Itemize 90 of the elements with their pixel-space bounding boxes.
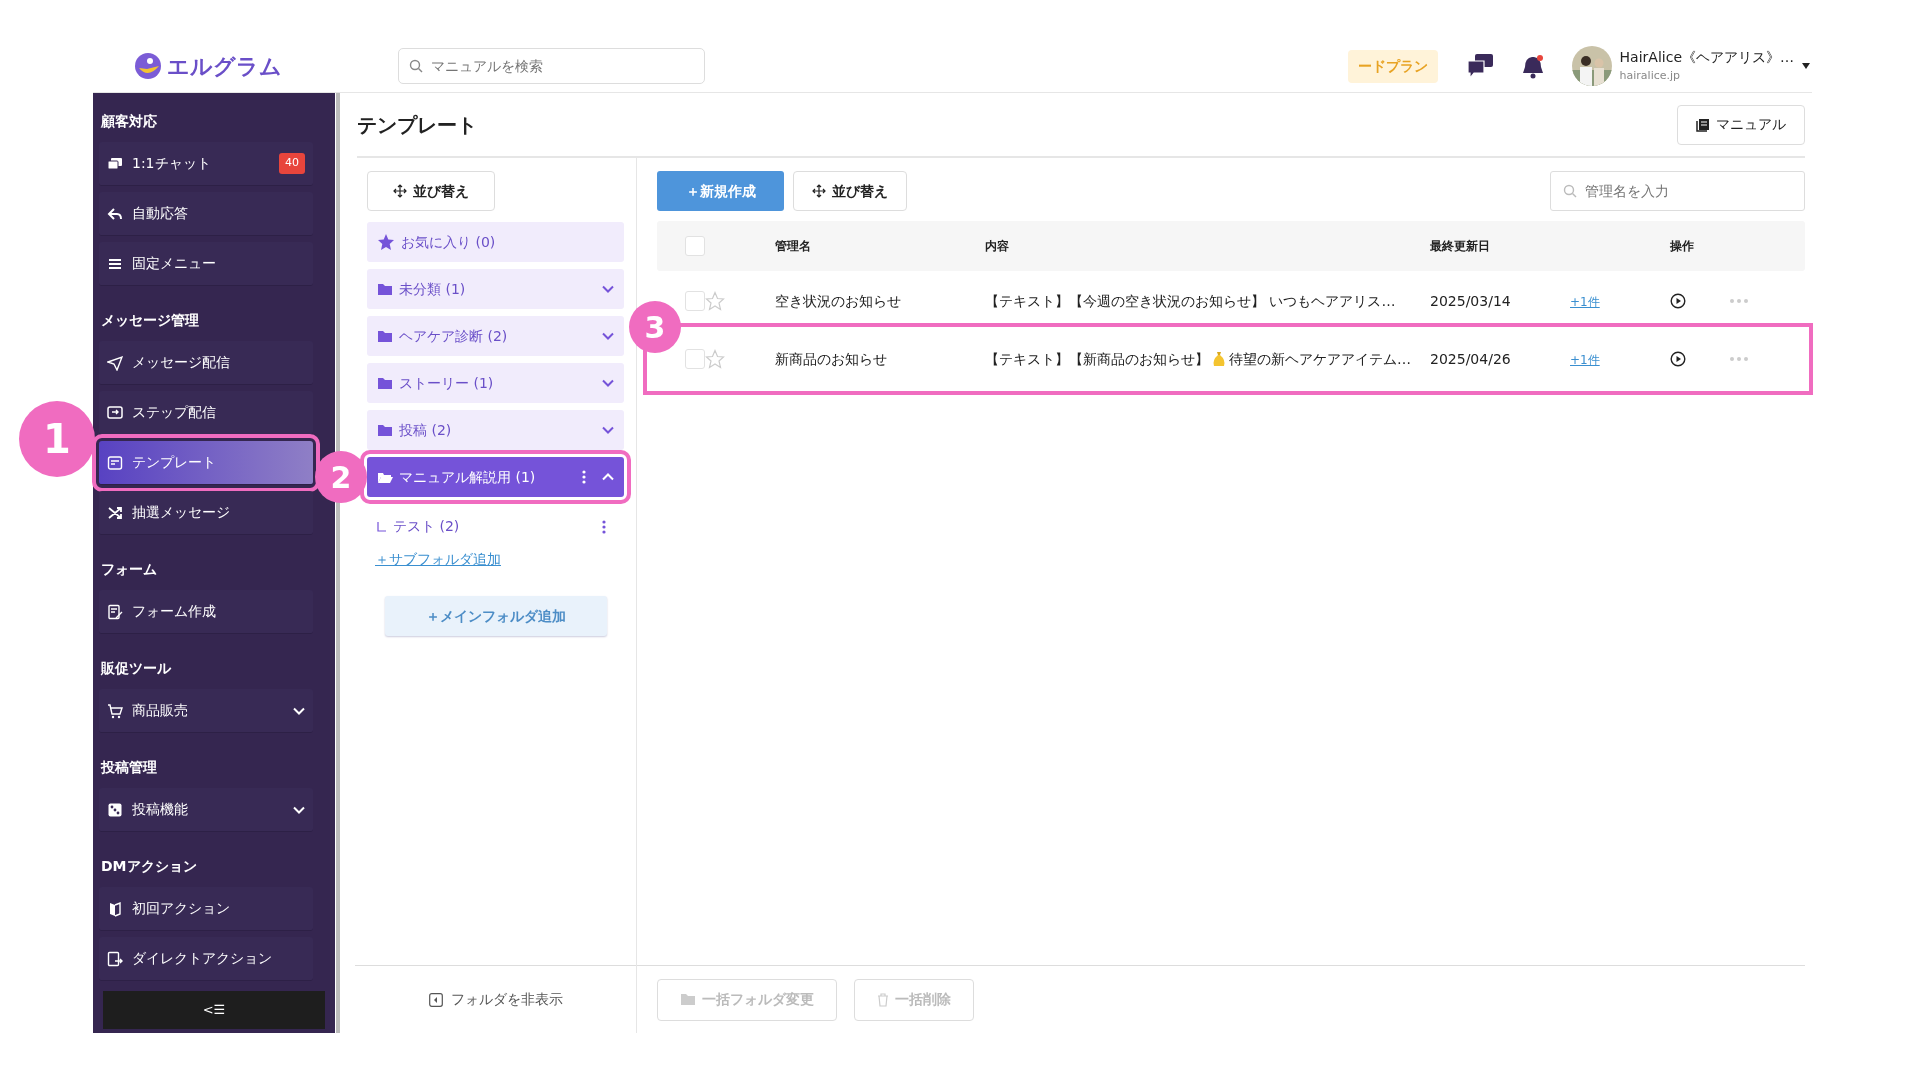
- sort-button[interactable]: 並び替え: [793, 171, 907, 211]
- sort-button[interactable]: 並び替え: [367, 171, 495, 211]
- folder-item[interactable]: ストーリー (1): [367, 363, 624, 403]
- star-icon: [377, 233, 395, 251]
- sidebar-item[interactable]: ダイレクトアクション: [99, 937, 313, 981]
- callout-number: 3: [629, 301, 681, 353]
- folder-icon: [377, 282, 393, 296]
- section-heading: 販促ツール: [100, 659, 172, 678]
- folder-item[interactable]: 投稿 (2): [367, 410, 624, 450]
- book-icon: [107, 900, 123, 917]
- folder-item[interactable]: お気に入り (0): [367, 222, 624, 262]
- caret-icon[interactable]: [1802, 63, 1810, 69]
- checkbox[interactable]: [685, 291, 705, 311]
- sidebar-item[interactable]: 1:1チャット 40: [99, 142, 313, 186]
- money-bag-icon: [1212, 351, 1226, 367]
- folder-item[interactable]: ヘアケア診断 (2): [367, 316, 624, 356]
- updated-date: 2025/04/26: [1430, 349, 1512, 369]
- updated-date: 2025/03/14: [1430, 291, 1512, 311]
- open-folder-icon: [377, 470, 393, 484]
- column-header: 操作: [1670, 238, 1695, 255]
- message-box-icon: [107, 404, 123, 421]
- sidebar-item[interactable]: 初回アクション: [99, 887, 313, 931]
- bell-icon[interactable]: [1521, 53, 1544, 79]
- template-name: 新商品のお知らせ: [775, 349, 888, 369]
- section-heading: DMアクション: [100, 857, 198, 876]
- count-badge: 40: [279, 153, 305, 174]
- sidebar-item[interactable]: フォーム作成: [99, 590, 313, 634]
- chat-bubbles-icon[interactable]: [1465, 53, 1494, 79]
- folder-icon: [680, 993, 696, 1006]
- section-heading: メッセージ管理: [100, 311, 200, 330]
- section-heading: 投稿管理: [99, 758, 158, 777]
- section-heading: 顧客対応: [100, 112, 158, 131]
- manual-button[interactable]: マニュアル: [1677, 104, 1805, 145]
- subfolder-item[interactable]: テスト (2): [367, 504, 624, 543]
- sidebar-item[interactable]: 商品販売: [99, 689, 313, 733]
- search-field[interactable]: マニュアルを検索: [398, 48, 705, 84]
- reply-arrow-icon: [107, 205, 123, 222]
- checkbox[interactable]: [685, 349, 705, 369]
- count-link[interactable]: +1件: [1570, 352, 1600, 367]
- account-domain: hairalice.jp: [1619, 68, 1682, 85]
- folder-icon: [377, 329, 393, 343]
- template-name: 空き状況のお知らせ: [775, 291, 902, 311]
- play-icon[interactable]: [1670, 293, 1686, 309]
- book-icon: [1696, 117, 1710, 132]
- template-icon: [107, 454, 123, 471]
- move-arrows-icon: [812, 184, 826, 198]
- branch-icon: [377, 521, 387, 532]
- star-icon[interactable]: [705, 349, 725, 369]
- column-header: 内容: [985, 238, 1010, 255]
- cart-icon: [107, 702, 123, 719]
- content-preview: 【テキスト】【新商品のお知らせ】: [985, 349, 1209, 369]
- kebab-menu-icon[interactable]: [582, 470, 586, 484]
- hide-folders-link[interactable]: フォルダを非表示: [428, 989, 563, 1010]
- dice-icon: [107, 801, 123, 818]
- folder-icon: [377, 423, 393, 437]
- search-icon: [1563, 184, 1577, 198]
- star-icon[interactable]: [705, 291, 725, 311]
- folder-icon: [377, 376, 393, 390]
- collapse-left-icon: [428, 992, 443, 1007]
- pelican-logo-icon: [133, 51, 163, 81]
- sidebar-item[interactable]: 自動応答: [99, 192, 313, 236]
- chat-bubbles-icon: [107, 155, 123, 172]
- add-subfolder-link[interactable]: ＋サブフォルダ追加: [367, 543, 509, 576]
- content-preview: 【テキスト】【今週の空き状況のお知らせ】 いつもヘアアリス…: [985, 291, 1396, 311]
- move-arrows-icon: [393, 184, 407, 198]
- shuffle-icon: [107, 504, 123, 521]
- column-header: 最終更新日: [1430, 238, 1491, 255]
- callout-number: 1: [19, 401, 95, 477]
- content-preview: 待望の新ヘアケアアイテム…: [1229, 349, 1411, 369]
- checkbox[interactable]: [685, 236, 705, 256]
- search-field[interactable]: 管理名を入力: [1550, 171, 1805, 211]
- sidebar-item[interactable]: 投稿機能: [99, 788, 313, 832]
- play-icon[interactable]: [1670, 351, 1686, 367]
- sidebar-item[interactable]: 抽選メッセージ: [99, 491, 313, 535]
- kebab-menu-icon[interactable]: [602, 519, 606, 534]
- page-title: テンプレート: [357, 112, 477, 137]
- section-heading: フォーム: [100, 560, 158, 579]
- trash-icon: [877, 992, 889, 1007]
- sidebar-item[interactable]: 固定メニュー: [99, 242, 313, 286]
- account-name[interactable]: HairAlice《ヘアアリス》…: [1619, 47, 1794, 69]
- logo-text: エルグラム: [167, 52, 282, 81]
- count-link[interactable]: +1件: [1570, 294, 1600, 309]
- sidebar-item[interactable]: メッセージ配信: [99, 341, 313, 385]
- paper-plane-icon: [107, 354, 123, 371]
- search-icon: [409, 59, 423, 73]
- folder-item[interactable]: 未分類 (1): [367, 269, 624, 309]
- column-header: 管理名: [775, 238, 812, 255]
- form-edit-icon: [107, 603, 123, 620]
- collapse-button[interactable]: <☰: [103, 991, 325, 1029]
- sidebar-item[interactable]: ステップ配信: [99, 391, 313, 435]
